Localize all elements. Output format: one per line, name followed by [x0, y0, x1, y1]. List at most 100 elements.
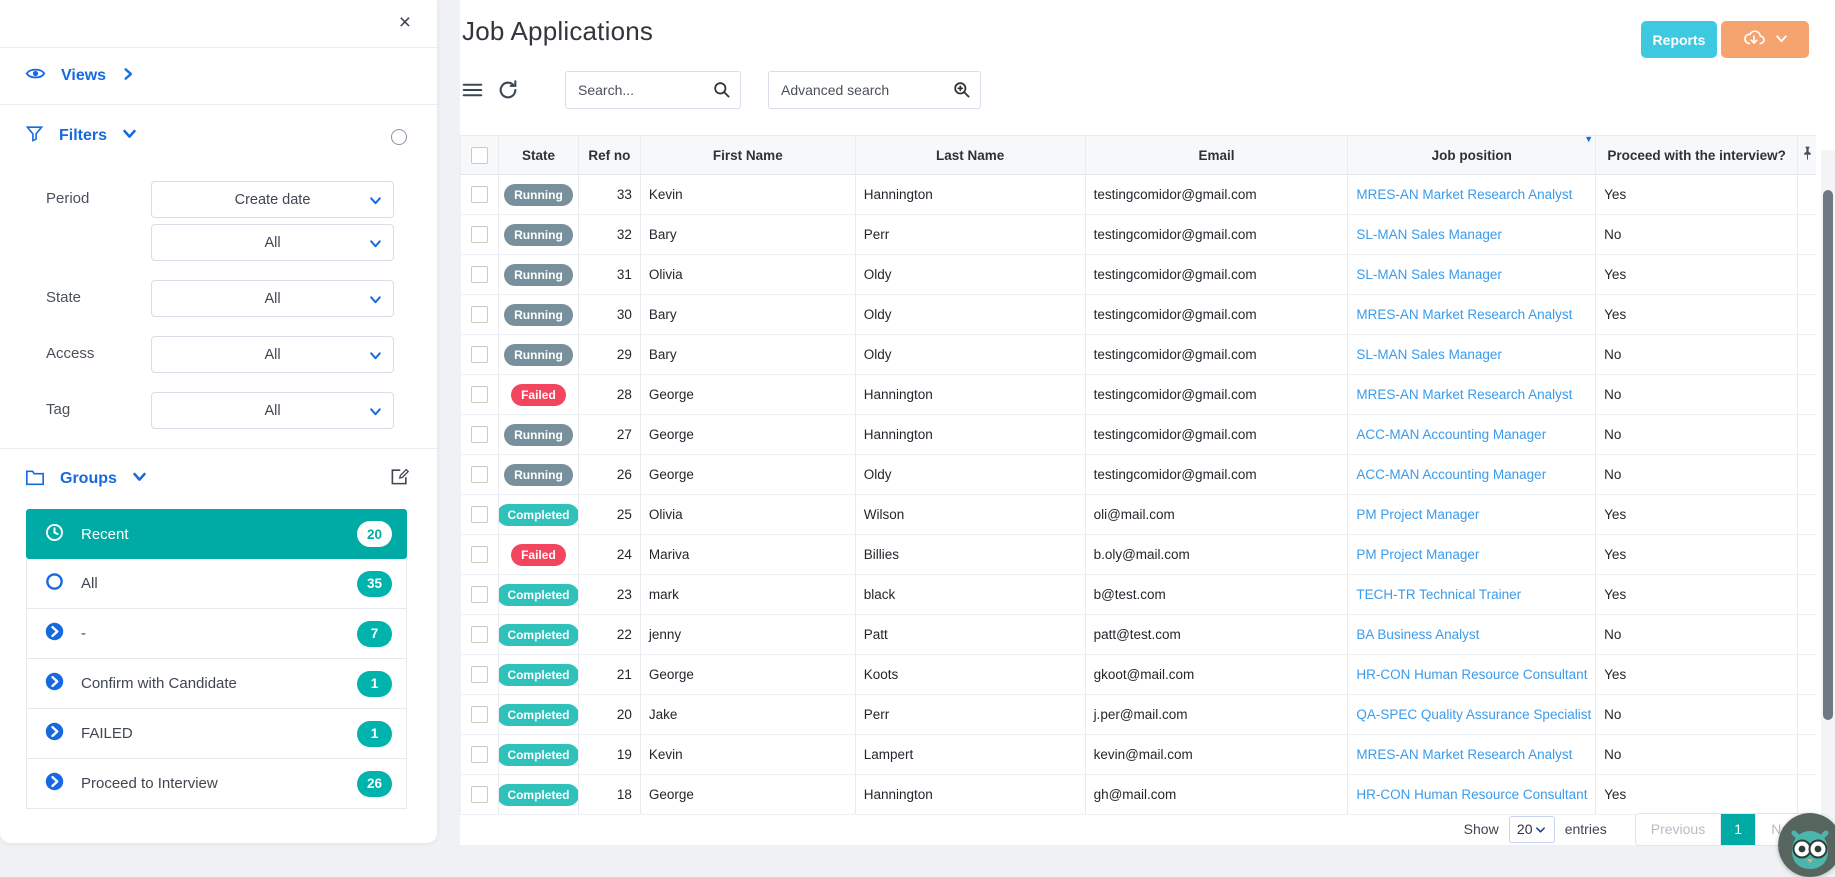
table-row: Running 29 Bary Oldy testingcomidor@gmail.co…: [460, 335, 1816, 375]
job-position-link[interactable]: SL-MAN Sales Manager: [1356, 227, 1502, 242]
cell-ref: 33: [616, 187, 632, 202]
group-item-all[interactable]: All 35: [26, 559, 407, 609]
menu-icon[interactable]: [462, 81, 483, 99]
pin-icon[interactable]: [1801, 146, 1814, 164]
table-cell: Yes: [1596, 575, 1799, 614]
cell-proceed: Yes: [1604, 787, 1627, 802]
row-checkbox[interactable]: [470, 586, 488, 603]
refresh-icon[interactable]: [497, 79, 519, 101]
job-position-link[interactable]: MRES-AN Market Research Analyst: [1356, 387, 1572, 402]
export-button[interactable]: [1721, 21, 1809, 58]
job-position-link[interactable]: HR-CON Human Resource Consultant: [1356, 667, 1587, 682]
row-checkbox[interactable]: [470, 746, 488, 763]
job-position-link[interactable]: MRES-AN Market Research Analyst: [1356, 747, 1572, 762]
status-badge: Running: [504, 463, 573, 486]
job-position-link[interactable]: PM Project Manager: [1356, 547, 1479, 562]
job-position-link[interactable]: SL-MAN Sales Manager: [1356, 267, 1502, 282]
row-checkbox[interactable]: [470, 186, 488, 203]
filter-select-period-0[interactable]: Create date: [151, 181, 394, 218]
column-header-job-position[interactable]: Job position ▲▼: [1348, 136, 1597, 174]
previous-page-button[interactable]: Previous: [1635, 813, 1722, 845]
column-header-last-name[interactable]: Last Name: [856, 136, 1086, 174]
cell-proceed: Yes: [1604, 587, 1627, 602]
scrollbar-thumb[interactable]: [1823, 190, 1833, 720]
zoom-in-icon[interactable]: [952, 80, 971, 104]
row-checkbox[interactable]: [470, 266, 488, 283]
row-checkbox[interactable]: [470, 506, 488, 523]
column-header-state[interactable]: State: [499, 136, 579, 174]
row-checkbox[interactable]: [470, 346, 488, 363]
column-header-ref-no[interactable]: Ref no: [579, 136, 641, 174]
table-cell: gh@mail.com: [1086, 775, 1349, 814]
select-value: All: [264, 290, 281, 307]
table-cell: Olivia: [641, 495, 856, 534]
table-row: Completed 18 George Hannington gh@mail.com HR…: [460, 775, 1816, 815]
pin-column-cell: [1798, 175, 1816, 214]
table-cell: HR-CON Human Resource Consultant: [1348, 775, 1597, 814]
row-checkbox[interactable]: [470, 306, 488, 323]
job-position-link[interactable]: HR-CON Human Resource Consultant: [1356, 787, 1587, 802]
row-checkbox[interactable]: [470, 466, 488, 483]
status-badge: Running: [504, 183, 573, 206]
group-item--[interactable]: -7: [26, 609, 407, 659]
job-position-link[interactable]: BA Business Analyst: [1356, 627, 1479, 642]
column-header-proceed-with-the-interview-[interactable]: Proceed with the interview?: [1596, 136, 1799, 174]
column-header-email[interactable]: Email: [1086, 136, 1349, 174]
group-item-confirm-with-candidate[interactable]: Confirm with Candidate 1: [26, 659, 407, 709]
filters-radio-circle[interactable]: [391, 129, 407, 145]
page-size-select[interactable]: 20: [1508, 815, 1555, 843]
group-item-failed[interactable]: FAILED 1: [26, 709, 407, 759]
reports-button[interactable]: Reports: [1641, 21, 1717, 58]
filter-select-tag-0[interactable]: All: [151, 392, 394, 429]
row-checkbox[interactable]: [470, 426, 488, 443]
vertical-scrollbar[interactable]: [1821, 150, 1835, 845]
cell-ref: 32: [616, 227, 632, 242]
row-checkbox[interactable]: [470, 386, 488, 403]
filter-select-state-0[interactable]: All: [151, 280, 394, 317]
row-checkbox[interactable]: [470, 786, 488, 803]
row-checkbox[interactable]: [470, 666, 488, 683]
table-row: Running 26 George Oldy testingcomidor@gmail.…: [460, 455, 1816, 495]
job-position-link[interactable]: MRES-AN Market Research Analyst: [1356, 307, 1572, 322]
pin-column-cell: [1798, 575, 1816, 614]
table-cell: No: [1596, 735, 1799, 774]
page-1-button[interactable]: 1: [1721, 813, 1757, 845]
job-position-link[interactable]: ACC-MAN Accounting Manager: [1356, 427, 1546, 442]
close-icon[interactable]: ×: [399, 9, 411, 37]
group-item-recent[interactable]: Recent 20: [26, 509, 407, 559]
filter-select-access-0[interactable]: All: [151, 336, 394, 373]
sort-icon[interactable]: ▲▼: [1584, 136, 1593, 144]
row-checkbox[interactable]: [470, 546, 488, 563]
table-row: Running 30 Bary Oldy testingcomidor@gmail.co…: [460, 295, 1816, 335]
group-item-proceed-to-interview[interactable]: Proceed to Interview 26: [26, 759, 407, 809]
clock-icon: [45, 523, 64, 546]
cell-first: George: [648, 787, 694, 802]
groups-section-header[interactable]: Groups: [0, 449, 437, 509]
views-section-header[interactable]: Views: [0, 48, 437, 105]
select-all-checkbox[interactable]: [470, 146, 488, 164]
chat-widget-owl-avatar[interactable]: [1778, 813, 1835, 877]
table-cell: MRES-AN Market Research Analyst: [1348, 295, 1597, 334]
job-position-link[interactable]: TECH-TR Technical Trainer: [1356, 587, 1521, 602]
job-position-link[interactable]: QA-SPEC Quality Assurance Specialist: [1356, 707, 1591, 722]
job-position-link[interactable]: ACC-MAN Accounting Manager: [1356, 467, 1546, 482]
search-icon[interactable]: [712, 80, 731, 104]
filters-section-header[interactable]: Filters: [0, 105, 437, 167]
filter-select-period-1[interactable]: All: [151, 224, 394, 261]
column-header-first-name[interactable]: First Name: [641, 136, 856, 174]
job-position-link[interactable]: MRES-AN Market Research Analyst: [1356, 187, 1572, 202]
edit-groups-icon[interactable]: [390, 467, 410, 491]
chevron-down-icon: [369, 293, 382, 310]
row-checkbox[interactable]: [470, 706, 488, 723]
select-value: Create date: [234, 191, 311, 208]
job-position-link[interactable]: SL-MAN Sales Manager: [1356, 347, 1502, 362]
cell-email: testingcomidor@gmail.com: [1093, 267, 1257, 282]
job-position-link[interactable]: PM Project Manager: [1356, 507, 1479, 522]
row-checkbox-cell: [461, 255, 499, 294]
row-checkbox[interactable]: [470, 226, 488, 243]
advanced-search-input[interactable]: [768, 71, 981, 109]
status-badge: Completed: [498, 703, 578, 726]
cell-first: Mariva: [648, 547, 690, 562]
row-checkbox[interactable]: [470, 626, 488, 643]
table-row: Running 33 Kevin Hannington testingcomidor@g…: [460, 175, 1816, 215]
